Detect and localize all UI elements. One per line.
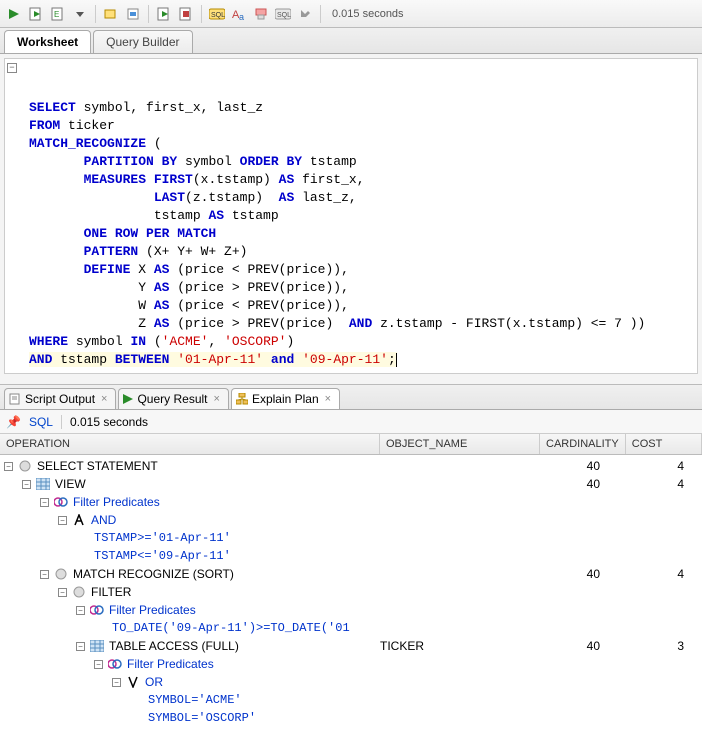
plan-row[interactable]: SYMBOL='OSCORP' bbox=[0, 709, 702, 727]
view-icon bbox=[36, 478, 50, 490]
col-cardinality[interactable]: CARDINALITY bbox=[540, 434, 626, 454]
tab-label: Script Output bbox=[25, 392, 95, 406]
history-icon[interactable]: SQL bbox=[273, 4, 293, 24]
collapse-icon[interactable]: − bbox=[94, 660, 103, 669]
toolbar: E SQL Aa SQL 0.015 seconds bbox=[0, 0, 702, 28]
close-icon[interactable]: × bbox=[99, 393, 109, 405]
filter-op-icon bbox=[72, 586, 86, 598]
wrench-icon[interactable] bbox=[295, 4, 315, 24]
plan-row[interactable]: TO_DATE('09-Apr-11')>=TO_DATE('01 bbox=[0, 619, 702, 637]
collapse-icon[interactable]: − bbox=[58, 588, 67, 597]
rollback-icon[interactable] bbox=[154, 4, 174, 24]
svg-text:E: E bbox=[54, 10, 59, 19]
text-cursor bbox=[396, 353, 397, 367]
plan-row[interactable]: TSTAMP>='01-Apr-11' bbox=[0, 529, 702, 547]
plan-row[interactable]: −Filter Predicates bbox=[0, 493, 702, 511]
script-icon bbox=[9, 393, 21, 405]
tab-label: Explain Plan bbox=[252, 392, 319, 406]
plan-row[interactable]: −FILTER bbox=[0, 583, 702, 601]
collapse-icon[interactable]: − bbox=[22, 480, 31, 489]
separator bbox=[148, 5, 149, 23]
close-icon[interactable]: × bbox=[212, 393, 222, 405]
commit-icon[interactable] bbox=[123, 4, 143, 24]
separator bbox=[95, 5, 96, 23]
plan-icon bbox=[236, 393, 248, 405]
cancel-icon[interactable] bbox=[176, 4, 196, 24]
separator bbox=[61, 415, 62, 429]
run-icon[interactable] bbox=[4, 4, 24, 24]
sql-link[interactable]: SQL bbox=[29, 415, 53, 429]
plan-tree: −SELECT STATEMENT 404 −VIEW 404 −Filter … bbox=[0, 455, 702, 733]
or-icon bbox=[126, 676, 140, 688]
plan-row[interactable]: −TABLE ACCESS (FULL) TICKER403 bbox=[0, 637, 702, 655]
col-operation[interactable]: OPERATION bbox=[0, 434, 380, 454]
table-icon bbox=[90, 640, 104, 652]
col-object[interactable]: OBJECT_NAME bbox=[380, 434, 540, 454]
dropdown-icon[interactable] bbox=[70, 4, 90, 24]
gutter: − bbox=[7, 63, 21, 369]
tab-query-builder[interactable]: Query Builder bbox=[93, 30, 192, 53]
format-icon[interactable]: Aa bbox=[229, 4, 249, 24]
collapse-icon[interactable]: − bbox=[40, 498, 49, 507]
tab-explain-plan[interactable]: Explain Plan × bbox=[231, 388, 340, 409]
svg-text:a: a bbox=[239, 12, 244, 21]
plan-row[interactable]: −SELECT STATEMENT 404 bbox=[0, 457, 702, 475]
tab-label: Query Result bbox=[137, 392, 207, 406]
svg-text:SQL: SQL bbox=[277, 12, 291, 19]
explain-icon[interactable]: E bbox=[48, 4, 68, 24]
plan-row[interactable]: SYMBOL='ACME' bbox=[0, 691, 702, 709]
pin-icon[interactable]: 📌 bbox=[6, 415, 21, 429]
collapse-icon[interactable]: − bbox=[112, 678, 121, 687]
svg-text:SQL: SQL bbox=[211, 12, 225, 19]
filter-icon bbox=[90, 604, 104, 616]
tab-query-result[interactable]: Query Result × bbox=[118, 388, 228, 409]
tab-worksheet[interactable]: Worksheet bbox=[4, 30, 91, 53]
sql-editor[interactable]: − SELECT symbol, first_x, last_z FROM ti… bbox=[4, 58, 698, 374]
filter-icon bbox=[54, 496, 68, 508]
run-script-icon[interactable] bbox=[26, 4, 46, 24]
autotrace-icon[interactable] bbox=[101, 4, 121, 24]
plan-row[interactable]: TSTAMP<='09-Apr-11' bbox=[0, 547, 702, 565]
sort-icon bbox=[54, 568, 68, 580]
separator bbox=[201, 5, 202, 23]
collapse-icon[interactable]: − bbox=[40, 570, 49, 579]
fold-minus-icon[interactable]: − bbox=[7, 63, 17, 73]
plan-row[interactable]: −Filter Predicates bbox=[0, 655, 702, 673]
filter-icon bbox=[108, 658, 122, 670]
run-icon bbox=[123, 394, 133, 404]
plan-row[interactable]: −VIEW 404 bbox=[0, 475, 702, 493]
execution-time: 0.015 seconds bbox=[332, 8, 404, 20]
statement-icon bbox=[18, 460, 32, 472]
and-icon bbox=[72, 514, 86, 526]
close-icon[interactable]: × bbox=[323, 393, 333, 405]
plan-row[interactable]: −OR bbox=[0, 673, 702, 691]
plan-row[interactable]: −AND bbox=[0, 511, 702, 529]
col-cost[interactable]: COST bbox=[626, 434, 702, 454]
plan-row[interactable]: −MATCH RECOGNIZE (SORT) 404 bbox=[0, 565, 702, 583]
status-time: 0.015 seconds bbox=[70, 415, 148, 429]
collapse-icon[interactable]: − bbox=[58, 516, 67, 525]
collapse-icon[interactable]: − bbox=[76, 606, 85, 615]
plan-row[interactable]: −Filter Predicates bbox=[0, 601, 702, 619]
status-bar: 📌 SQL 0.015 seconds bbox=[0, 410, 702, 434]
collapse-icon[interactable]: − bbox=[4, 462, 13, 471]
worksheet-tabs: Worksheet Query Builder bbox=[0, 28, 702, 54]
results-tabs: Script Output × Query Result × Explain P… bbox=[0, 384, 702, 410]
tab-script-output[interactable]: Script Output × bbox=[4, 388, 116, 409]
clear-icon[interactable] bbox=[251, 4, 271, 24]
separator bbox=[320, 5, 321, 23]
collapse-icon[interactable]: − bbox=[76, 642, 85, 651]
sql-icon[interactable]: SQL bbox=[207, 4, 227, 24]
plan-header: OPERATION OBJECT_NAME CARDINALITY COST bbox=[0, 434, 702, 455]
